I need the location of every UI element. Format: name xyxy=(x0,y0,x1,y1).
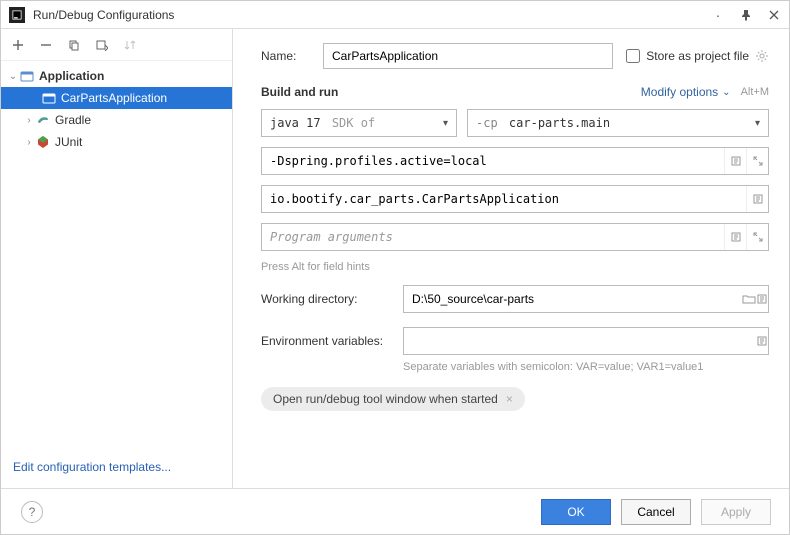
pin-icon[interactable] xyxy=(739,8,753,22)
main-panel: Name: Store as project file Build and ru… xyxy=(233,29,789,488)
minimize-icon[interactable]: · xyxy=(711,8,725,22)
name-input[interactable] xyxy=(323,43,613,69)
working-directory-label: Working directory: xyxy=(261,292,393,306)
tree-node-gradle[interactable]: › Gradle xyxy=(1,109,232,131)
store-as-project-file-checkbox[interactable] xyxy=(626,49,640,63)
name-label: Name: xyxy=(261,49,313,63)
vm-options-field xyxy=(261,147,769,175)
env-vars-input[interactable] xyxy=(404,328,756,354)
field-hints-text: Press Alt for field hints xyxy=(261,261,769,273)
titlebar: Run/Debug Configurations · xyxy=(1,1,789,29)
env-hint-text: Separate variables with semicolon: VAR=v… xyxy=(403,361,769,373)
apply-button[interactable]: Apply xyxy=(701,499,771,525)
gear-icon[interactable] xyxy=(755,49,769,63)
env-vars-label: Environment variables: xyxy=(261,334,393,348)
program-args-input[interactable] xyxy=(262,224,724,250)
add-icon[interactable] xyxy=(9,36,27,54)
copy-icon[interactable] xyxy=(65,36,83,54)
sidebar-toolbar xyxy=(1,29,232,61)
program-args-field xyxy=(261,223,769,251)
env-vars-field xyxy=(403,327,769,355)
window-title: Run/Debug Configurations xyxy=(33,8,711,22)
history-icon[interactable] xyxy=(724,148,746,174)
sidebar: ⌄ Application CarPartsApplication › Grad… xyxy=(1,29,233,488)
modify-options-link[interactable]: Modify options ⌄ xyxy=(641,85,731,99)
list-icon[interactable] xyxy=(756,335,768,347)
close-icon[interactable] xyxy=(767,8,781,22)
chevron-down-icon: ▾ xyxy=(755,118,760,129)
dialog-footer: ? OK Cancel Apply xyxy=(1,488,789,534)
caret-right-icon: › xyxy=(23,115,35,126)
application-icon xyxy=(41,90,57,106)
expand-icon[interactable] xyxy=(746,148,768,174)
app-icon xyxy=(9,7,25,23)
open-tool-window-chip[interactable]: Open run/debug tool window when started … xyxy=(261,387,525,411)
ok-button[interactable]: OK xyxy=(541,499,611,525)
history-icon[interactable] xyxy=(724,224,746,250)
remove-icon[interactable] xyxy=(37,36,55,54)
working-directory-field xyxy=(403,285,769,313)
save-template-icon[interactable] xyxy=(93,36,111,54)
gradle-icon xyxy=(35,112,51,128)
jdk-select[interactable]: java 17 SDK of ▾ xyxy=(261,109,457,137)
list-icon[interactable] xyxy=(756,293,768,305)
main-class-field xyxy=(261,185,769,213)
vm-options-input[interactable] xyxy=(262,148,724,174)
remove-chip-icon[interactable]: × xyxy=(506,392,513,406)
help-icon[interactable]: ? xyxy=(21,501,43,523)
expand-icon[interactable] xyxy=(746,224,768,250)
chevron-down-icon: ▾ xyxy=(443,118,448,129)
modify-shortcut-hint: Alt+M xyxy=(741,86,769,98)
caret-right-icon: › xyxy=(23,137,35,148)
caret-down-icon: ⌄ xyxy=(7,71,19,82)
sort-icon[interactable] xyxy=(121,36,139,54)
tree-label: Application xyxy=(39,69,104,83)
classpath-select[interactable]: -cp car-parts.main ▾ xyxy=(467,109,769,137)
application-icon xyxy=(19,68,35,84)
tree-label: Gradle xyxy=(55,113,91,127)
tree-label: JUnit xyxy=(55,135,82,149)
folder-icon[interactable] xyxy=(742,293,756,305)
working-directory-input[interactable] xyxy=(404,286,742,312)
tree-node-application[interactable]: ⌄ Application xyxy=(1,65,232,87)
main-class-input[interactable] xyxy=(262,186,746,212)
tree-node-carpartsapplication[interactable]: CarPartsApplication xyxy=(1,87,232,109)
junit-icon xyxy=(35,134,51,150)
config-tree: ⌄ Application CarPartsApplication › Grad… xyxy=(1,61,232,450)
tree-node-junit[interactable]: › JUnit xyxy=(1,131,232,153)
store-label: Store as project file xyxy=(646,49,749,63)
build-run-heading: Build and run xyxy=(261,85,338,99)
chevron-down-icon: ⌄ xyxy=(722,87,730,98)
edit-templates-link[interactable]: Edit configuration templates... xyxy=(13,460,171,474)
cancel-button[interactable]: Cancel xyxy=(621,499,691,525)
browse-icon[interactable] xyxy=(746,186,768,212)
tree-label: CarPartsApplication xyxy=(61,91,167,105)
